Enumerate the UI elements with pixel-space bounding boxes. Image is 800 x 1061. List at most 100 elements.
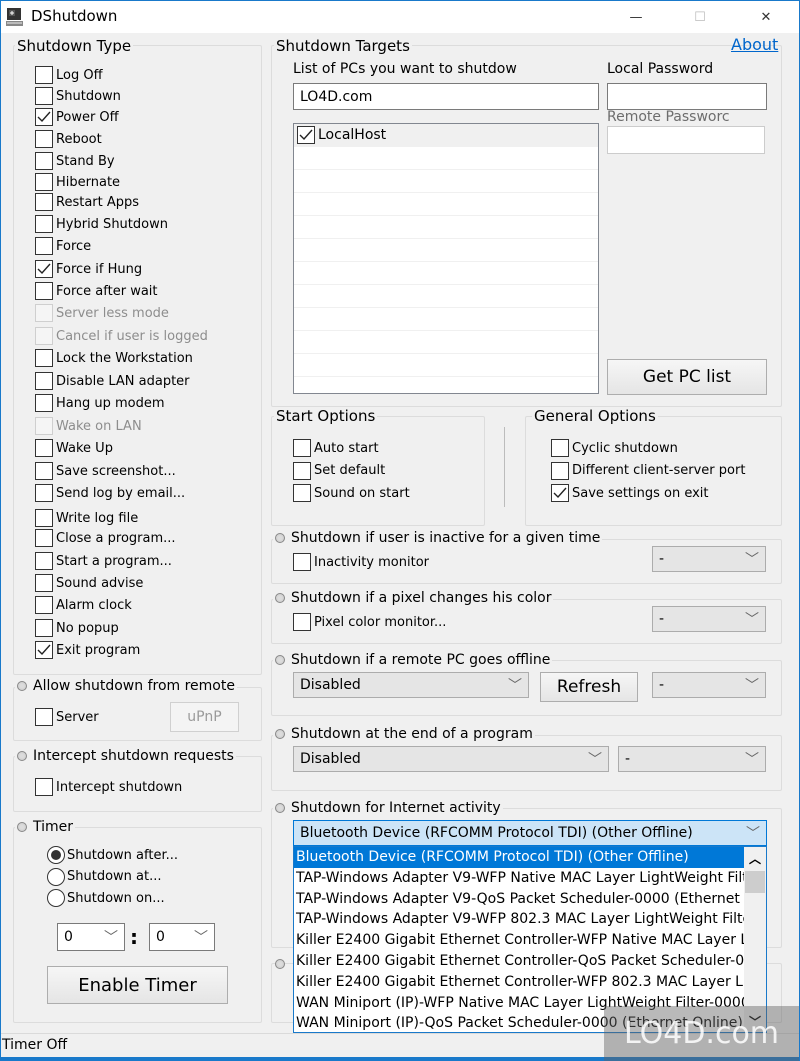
about-link[interactable]: About bbox=[731, 35, 778, 54]
timer-radio[interactable]: Timer bbox=[15, 819, 76, 835]
shutdown-option-exit-program[interactable]: Exit program bbox=[35, 640, 140, 660]
maximize-button[interactable]: ☐ bbox=[677, 1, 723, 33]
shutdown-option-no-popup[interactable]: No popup bbox=[35, 618, 119, 638]
shutdown-option-close-a-program[interactable]: Close a program... bbox=[35, 528, 176, 548]
shutdown-option-power-off[interactable]: Power Off bbox=[35, 107, 119, 127]
dropdown-option[interactable]: Killer E2400 Gigabit Ethernet Controller… bbox=[294, 951, 744, 972]
network-adapter-dropdown[interactable]: Bluetooth Device (RFCOMM Protocol TDI) (… bbox=[293, 846, 767, 1033]
shutdown-option-force[interactable]: Force bbox=[35, 236, 91, 256]
close-icon: ✕ bbox=[760, 9, 772, 25]
intercept-radio[interactable]: Intercept shutdown requests bbox=[15, 748, 236, 764]
end-program-action-combo[interactable]: - ﹀ bbox=[618, 746, 766, 772]
shutdown-option-cancel-if-user-is-logged[interactable]: Cancel if user is logged bbox=[35, 326, 208, 346]
shutdown-option-send-log-by-email[interactable]: Send log by email... bbox=[35, 483, 185, 503]
shutdown-option-save-screenshot[interactable]: Save screenshot... bbox=[35, 461, 176, 481]
checkmark-icon[interactable] bbox=[297, 126, 315, 144]
inactive-radio[interactable]: Shutdown if user is inactive for a given… bbox=[273, 530, 603, 546]
dropdown-scrollbar[interactable]: ︿ ﹀ bbox=[744, 847, 766, 1032]
radio-indicator[interactable] bbox=[275, 959, 285, 969]
dropdown-option[interactable]: Killer E2400 Gigabit Ethernet Controller… bbox=[294, 930, 744, 951]
inactivity-monitor-checkbox[interactable]: Inactivity monitor bbox=[293, 552, 429, 572]
shutdown-option-wake-up[interactable]: Wake Up bbox=[35, 438, 113, 458]
shutdown-option-hang-up-modem[interactable]: Hang up modem bbox=[35, 393, 165, 413]
program-combo[interactable]: Disabled ﹀ bbox=[293, 746, 609, 772]
timer-option-radio[interactable]: Shutdown on... bbox=[47, 888, 165, 908]
general-option-save-settings-on-exit[interactable]: Save settings on exit bbox=[551, 483, 709, 503]
get-pc-list-button[interactable]: Get PC list bbox=[607, 359, 767, 395]
watermark-text: LO4D.com bbox=[623, 1016, 780, 1051]
pixel-monitor-checkbox[interactable]: Pixel color monitor... bbox=[293, 612, 446, 632]
shutdown-option-alarm-clock[interactable]: Alarm clock bbox=[35, 595, 132, 615]
dshutdown-window: DShutdown — ☐ ✕ Shutdown Type Log Off Shu… bbox=[1, 1, 799, 1061]
shutdown-option-start-a-program[interactable]: Start a program... bbox=[35, 551, 172, 571]
start-option-set-default[interactable]: Set default bbox=[293, 461, 385, 481]
inactivity-combo[interactable]: - ﹀ bbox=[652, 546, 766, 572]
scroll-up-icon[interactable]: ︿ bbox=[744, 847, 766, 869]
timer-option-radio[interactable]: Shutdown at... bbox=[47, 867, 162, 887]
pixel-combo-value: - bbox=[659, 611, 665, 627]
server-checkbox[interactable]: Server bbox=[35, 707, 99, 727]
dropdown-option[interactable]: Bluetooth Device (RFCOMM Protocol TDI) (… bbox=[294, 847, 744, 868]
pixel-combo[interactable]: - ﹀ bbox=[652, 606, 766, 632]
general-options-title: General Options bbox=[532, 407, 658, 425]
shutdown-option-disable-lan-adapter[interactable]: Disable LAN adapter bbox=[35, 371, 190, 391]
shutdown-option-log-off[interactable]: Log Off bbox=[35, 65, 103, 85]
checkbox-box bbox=[35, 417, 53, 435]
offline-combo-value: Disabled bbox=[300, 677, 361, 693]
network-adapter-combo[interactable]: Bluetooth Device (RFCOMM Protocol TDI) (… bbox=[293, 820, 767, 846]
shutdown-option-hibernate[interactable]: Hibernate bbox=[35, 172, 120, 192]
remote-password-input[interactable] bbox=[607, 126, 765, 154]
end-program-radio[interactable]: Shutdown at the end of a program bbox=[273, 726, 535, 742]
close-button[interactable]: ✕ bbox=[743, 1, 789, 33]
minimize-button[interactable]: — bbox=[613, 1, 659, 33]
dropdown-option[interactable]: TAP-Windows Adapter V9-WFP 802.3 MAC Lay… bbox=[294, 909, 744, 930]
upnp-button[interactable]: uPnP bbox=[170, 702, 239, 732]
checkmark-icon bbox=[35, 260, 53, 278]
shutdown-option-stand-by[interactable]: Stand By bbox=[35, 151, 115, 171]
checkbox-box bbox=[35, 215, 53, 233]
offline-pc-combo[interactable]: Disabled ﹀ bbox=[293, 672, 529, 698]
pc-name: LocalHost bbox=[318, 127, 387, 143]
pc-name-input[interactable]: LO4D.com bbox=[293, 83, 599, 110]
shutdown-option-reboot[interactable]: Reboot bbox=[35, 129, 102, 149]
checkbox-box bbox=[35, 708, 53, 726]
internet-radio[interactable]: Shutdown for Internet activity bbox=[273, 800, 503, 816]
timer-minutes-combo[interactable]: 0 ﹀ bbox=[149, 923, 215, 951]
shutdown-option-force-if-hung[interactable]: Force if Hung bbox=[35, 259, 142, 279]
pixel-radio[interactable]: Shutdown if a pixel changes his color bbox=[273, 590, 554, 606]
dropdown-option[interactable]: Killer E2400 Gigabit Ethernet Controller… bbox=[294, 972, 744, 993]
enable-timer-button[interactable]: Enable Timer bbox=[47, 966, 228, 1004]
shutdown-option-shutdown[interactable]: Shutdown bbox=[35, 86, 121, 106]
timer-hours-combo[interactable]: 0 ﹀ bbox=[57, 923, 125, 951]
offline-radio[interactable]: Shutdown if a remote PC goes offline bbox=[273, 652, 553, 668]
timer-option-radio[interactable]: Shutdown after... bbox=[47, 845, 178, 865]
local-password-input[interactable] bbox=[607, 83, 767, 110]
remote-radio[interactable]: Allow shutdown from remote bbox=[15, 678, 237, 694]
shutdown-option-restart-apps[interactable]: Restart Apps bbox=[35, 192, 139, 212]
chevron-down-icon: ﹀ bbox=[508, 678, 522, 694]
general-option-different-client-server-port[interactable]: Different client-server port bbox=[551, 461, 745, 481]
pc-list-item[interactable]: LocalHost bbox=[294, 124, 598, 147]
start-option-sound-on-start[interactable]: Sound on start bbox=[293, 483, 410, 503]
checkbox-label: Force bbox=[56, 238, 92, 254]
checkbox-label: Exit program bbox=[56, 642, 141, 658]
pc-listbox[interactable]: LocalHost bbox=[293, 123, 599, 394]
pc-list-empty-row bbox=[294, 331, 598, 354]
dropdown-option[interactable]: TAP-Windows Adapter V9-QoS Packet Schedu… bbox=[294, 889, 744, 910]
shutdown-option-write-log-file[interactable]: Write log file bbox=[35, 508, 138, 528]
offline-action-combo[interactable]: - ﹀ bbox=[652, 672, 766, 698]
shutdown-option-force-after-wait[interactable]: Force after wait bbox=[35, 281, 158, 301]
general-option-cyclic-shutdown[interactable]: Cyclic shutdown bbox=[551, 438, 678, 458]
shutdown-option-wake-on-lan[interactable]: Wake on LAN bbox=[35, 416, 142, 436]
shutdown-option-sound-advise[interactable]: Sound advise bbox=[35, 573, 143, 593]
checkbox-label: Shutdown bbox=[56, 88, 121, 104]
checkbox-label: Cyclic shutdown bbox=[572, 440, 678, 456]
shutdown-option-server-less-mode[interactable]: Server less mode bbox=[35, 303, 169, 323]
intercept-shutdown-checkbox[interactable]: Intercept shutdown bbox=[35, 777, 182, 797]
start-option-auto-start[interactable]: Auto start bbox=[293, 438, 379, 458]
shutdown-option-hybrid-shutdown[interactable]: Hybrid Shutdown bbox=[35, 214, 168, 234]
shutdown-option-lock-the-workstation[interactable]: Lock the Workstation bbox=[35, 348, 193, 368]
scrollbar-thumb[interactable] bbox=[745, 871, 765, 893]
dropdown-option[interactable]: TAP-Windows Adapter V9-WFP Native MAC La… bbox=[294, 868, 744, 889]
refresh-button[interactable]: Refresh bbox=[540, 672, 638, 702]
